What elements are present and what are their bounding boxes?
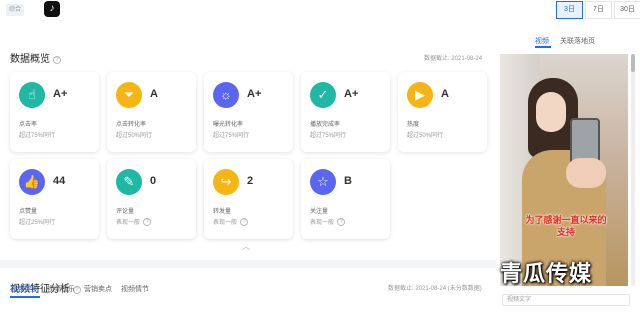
metric-name: 播放完成率 — [310, 122, 341, 128]
side-tab-underline — [535, 46, 551, 48]
metric-comparison: 超过75%同行 — [310, 133, 347, 139]
metric-grade: B — [344, 175, 352, 187]
help-icon[interactable]: ? — [143, 218, 152, 226]
collapse-chevron-up-icon[interactable]: ︿ — [242, 241, 250, 252]
caption-line-2: 支持 — [556, 227, 575, 237]
range-3-days-button[interactable]: 3日 — [556, 1, 583, 19]
metric-card-click-conversion[interactable]: ⏷ A 点击转化率 超过50%同行 — [107, 72, 196, 152]
metric-card-ctr[interactable]: ☝ A+ 点击率 超过75%同行 — [10, 72, 99, 152]
filter-icon: ⏷ — [116, 82, 142, 108]
top-bar: 综合 ♪ 3日 7日 30日 — [0, 0, 640, 22]
metric-card-completion-rate[interactable]: ✓ A+ 播放完成率 超过75%同行 — [301, 72, 390, 152]
metric-name: 关注量 — [310, 209, 329, 215]
metric-comparison: 表现一般? — [310, 217, 346, 226]
metric-name: 点击率 — [19, 122, 38, 128]
main-panel: 数据概览? 数据截止: 2021-08-24 ☝ A+ 点击率 超过75%同行 … — [0, 22, 496, 320]
features-deadline: 数据截止: 2021-08-24 (未分数数据) — [388, 286, 482, 292]
tab-video[interactable]: 视频 — [535, 36, 549, 46]
star-icon: ☆ — [310, 169, 336, 195]
metric-card-exposure-conversion[interactable]: ☼ A+ 曝光转化率 超过75%同行 — [204, 72, 293, 152]
tab-video-music[interactable]: 视频音乐 — [47, 286, 75, 293]
feature-tabs: 视频类型 视频音乐 营销卖点 视频情节 — [10, 284, 158, 294]
comment-icon: ✎ — [116, 169, 142, 195]
metric-card-follows[interactable]: ☆ B 关注量 表现一般? — [301, 159, 390, 239]
metric-name: 点赞量 — [19, 209, 38, 215]
metric-grade: 2 — [247, 175, 254, 187]
metric-grade: A+ — [247, 88, 262, 100]
active-tab-underline — [10, 296, 40, 298]
thumbs-up-icon: 👍 — [19, 169, 45, 195]
tab-selling-points[interactable]: 营销卖点 — [84, 286, 112, 293]
metric-card-comments[interactable]: ✎ 0 评论量 表现一般? — [107, 159, 196, 239]
range-30-days-button[interactable]: 30日 — [614, 1, 640, 19]
play-icon: ▶ — [407, 82, 433, 108]
metric-name: 点击转化率 — [116, 122, 147, 128]
metric-comparison: 超过50%同行 — [407, 133, 444, 139]
metric-grade: A+ — [53, 88, 68, 100]
metric-comparison: 超过75%同行 — [213, 133, 250, 139]
sun-icon: ☼ — [213, 82, 239, 108]
tab-video-plot[interactable]: 视频情节 — [121, 286, 149, 293]
metric-grade: 0 — [150, 175, 157, 187]
watermark-text: 青瓜传媒 — [500, 261, 593, 286]
metric-card-shares[interactable]: ↪ 2 转发量 表现一般? — [204, 159, 293, 239]
help-icon[interactable]: ? — [240, 218, 249, 226]
video-caption: 为了感谢一直以来的 支持 — [506, 214, 626, 238]
metric-comparison: 表现一般? — [213, 217, 249, 226]
tab-landing-page[interactable]: 关联落地页 — [560, 36, 595, 46]
section-divider — [0, 260, 496, 268]
metric-name: 曝光转化率 — [213, 122, 244, 128]
scrollbar-thumb[interactable] — [631, 54, 635, 72]
metric-comparison: 超过50%同行 — [116, 133, 153, 139]
metric-name: 热度 — [407, 122, 420, 128]
check-icon: ✓ — [310, 82, 336, 108]
category-tag[interactable]: 综合 — [6, 4, 25, 16]
metric-grade: A+ — [344, 88, 359, 100]
help-icon[interactable]: ? — [337, 218, 346, 226]
side-scrollbar[interactable] — [631, 54, 635, 286]
metric-card-heat[interactable]: ▶ A 热度 超过50%同行 — [398, 72, 487, 152]
metric-comparison: 超过25%同行 — [19, 220, 56, 226]
video-preview[interactable]: 为了感谢一直以来的 支持 — [500, 54, 628, 286]
help-icon[interactable]: ? — [53, 56, 61, 64]
metric-comparison: 超过75%同行 — [19, 133, 56, 139]
click-icon: ☝ — [19, 82, 45, 108]
tab-video-type[interactable]: 视频类型 — [10, 286, 38, 293]
metric-name: 转发量 — [213, 209, 232, 215]
metric-grade: A — [441, 88, 449, 100]
metric-grade: A — [150, 88, 158, 100]
metric-grade: 44 — [53, 175, 66, 187]
tiktok-logo-icon: ♪ — [44, 1, 60, 17]
caption-line-1: 为了感谢一直以来的 — [525, 215, 607, 225]
overview-deadline: 数据截止: 2021-08-24 — [424, 56, 483, 62]
metric-comparison: 表现一般? — [116, 217, 152, 226]
metric-name: 评论量 — [116, 209, 135, 215]
overview-title: 数据概览? — [10, 50, 61, 65]
video-figure-face — [536, 92, 566, 132]
video-hand — [566, 158, 606, 188]
metric-card-likes[interactable]: 👍 44 点赞量 超过25%同行 — [10, 159, 99, 239]
range-7-days-button[interactable]: 7日 — [585, 1, 612, 19]
share-icon: ↪ — [213, 169, 239, 195]
video-text-field[interactable]: 视频文字 — [502, 294, 630, 306]
